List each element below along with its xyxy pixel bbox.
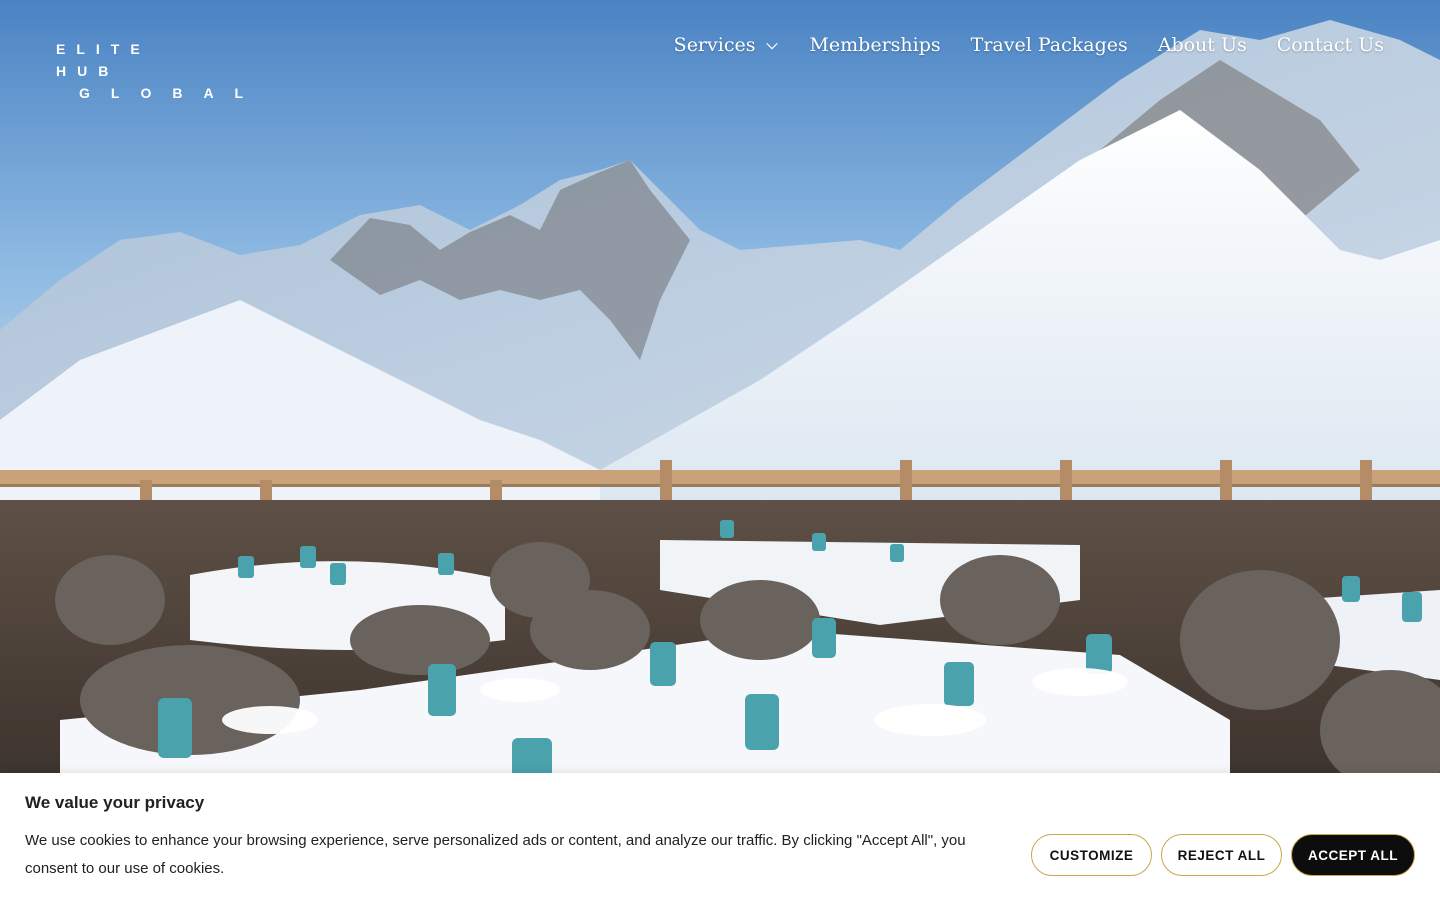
cookie-consent-banner: We value your privacy We use cookies to … bbox=[0, 773, 1440, 900]
customize-button[interactable]: CUSTOMIZE bbox=[1031, 834, 1152, 876]
nav-item-label: Contact Us bbox=[1276, 34, 1384, 56]
brand-logo[interactable]: ELITE HUB GLOBAL bbox=[56, 38, 265, 104]
cookie-banner-actions: CUSTOMIZE REJECT ALL ACCEPT ALL bbox=[1031, 834, 1415, 876]
brand-logo-line1: ELITE HUB bbox=[56, 41, 151, 79]
nav-item-services[interactable]: Services bbox=[674, 34, 780, 56]
nav-item-travel-packages[interactable]: Travel Packages bbox=[971, 34, 1128, 56]
brand-logo-line2: GLOBAL bbox=[79, 85, 265, 101]
mountain-terrace-illustration bbox=[0, 0, 1440, 900]
hero-image bbox=[0, 0, 1440, 900]
chevron-down-icon bbox=[766, 42, 779, 50]
accept-all-button[interactable]: ACCEPT ALL bbox=[1291, 834, 1415, 876]
nav-item-label: About Us bbox=[1157, 34, 1247, 56]
nav-item-label: Travel Packages bbox=[970, 34, 1128, 56]
nav-item-about-us[interactable]: About Us bbox=[1158, 34, 1247, 56]
nav-item-contact-us[interactable]: Contact Us bbox=[1277, 34, 1384, 56]
nav-item-memberships[interactable]: Memberships bbox=[809, 34, 940, 56]
reject-all-button[interactable]: REJECT ALL bbox=[1161, 834, 1282, 876]
cookie-banner-message: We use cookies to enhance your browsing … bbox=[25, 832, 966, 877]
nav-item-label: Memberships bbox=[809, 34, 941, 56]
cookie-banner-title: We value your privacy bbox=[25, 793, 205, 812]
main-nav: Services Memberships Travel Packages Abo… bbox=[674, 30, 1384, 60]
nav-item-label: Services bbox=[673, 34, 756, 56]
